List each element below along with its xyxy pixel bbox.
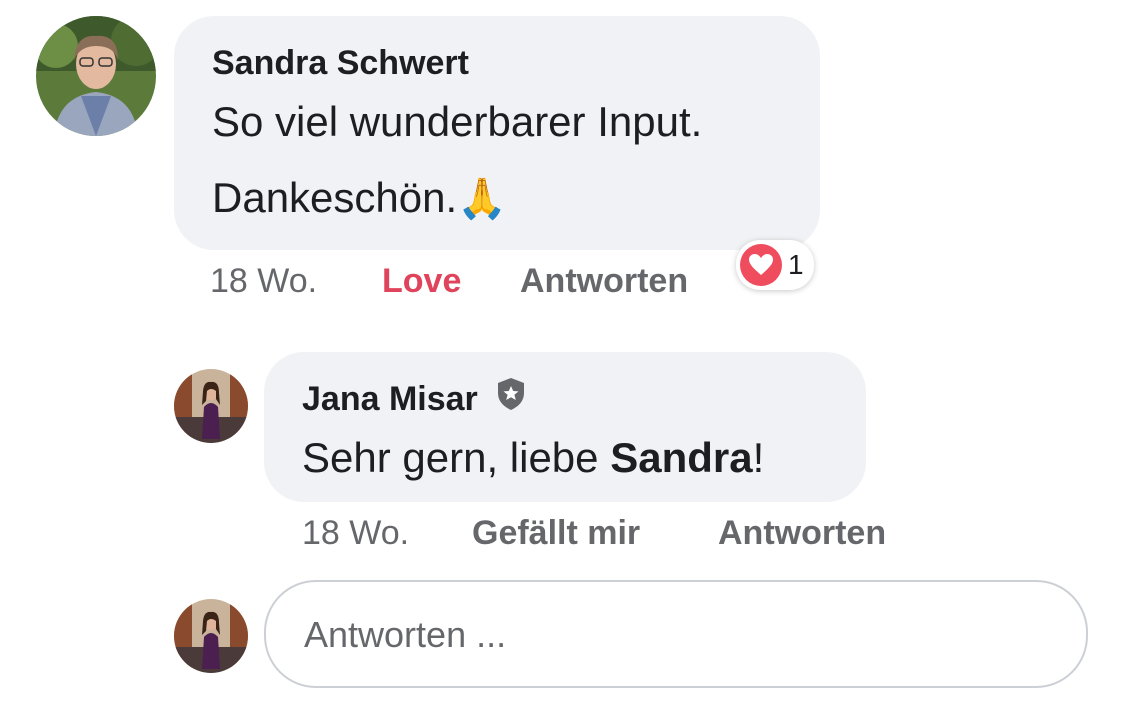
reply-meta: 18 Wo. — [302, 514, 409, 553]
avatar-sandra-image — [36, 16, 156, 136]
composer-avatar — [174, 599, 248, 673]
reply-like-button[interactable]: Gefällt mir — [472, 514, 640, 553]
comment-time[interactable]: 18 Wo. — [210, 262, 317, 300]
avatar-sandra[interactable] — [36, 16, 156, 136]
comment-meta: 18 Wo. — [210, 262, 317, 301]
reply-text-before: Sehr gern, liebe — [302, 434, 611, 481]
avatar-jana[interactable] — [174, 369, 248, 443]
heart-icon — [740, 244, 782, 286]
reaction-count: 1 — [788, 249, 804, 280]
reply-reply-button[interactable]: Antworten — [718, 514, 886, 553]
love-label[interactable]: Love — [382, 262, 461, 300]
reply-author-name[interactable]: Jana Misar — [302, 380, 478, 418]
comment-reply-button[interactable]: Antworten — [520, 262, 688, 301]
reply-author: Jana Misar — [302, 377, 527, 420]
shield-star-icon — [495, 377, 527, 420]
reply-composer[interactable] — [264, 580, 1088, 688]
reply-reply-label[interactable]: Antworten — [718, 514, 886, 552]
reply-input[interactable] — [302, 582, 1066, 688]
avatar-jana-image — [174, 369, 248, 443]
reply-mention[interactable]: Sandra — [610, 434, 752, 481]
comment-text-line2: Dankeschön.🙏 — [212, 174, 507, 222]
reaction-count-badge[interactable]: 1 — [736, 240, 814, 290]
composer-avatar-image — [174, 599, 248, 673]
reply-bubble: Jana Misar Sehr gern, liebe Sandra! — [264, 352, 866, 502]
comment-text: Dankeschön. — [212, 174, 458, 221]
praying-hands-emoji: 🙏 — [457, 177, 507, 221]
like-label[interactable]: Gefällt mir — [472, 514, 640, 552]
comment-love-button[interactable]: Love — [382, 262, 461, 301]
comment-bubble: Sandra Schwert So viel wunderbarer Input… — [174, 16, 820, 250]
reply-text: Sehr gern, liebe Sandra! — [302, 434, 764, 482]
reply-time[interactable]: 18 Wo. — [302, 514, 409, 552]
reply-text-after: ! — [752, 434, 765, 481]
comment-text-line1: So viel wunderbarer Input. — [212, 98, 703, 145]
reply-label[interactable]: Antworten — [520, 262, 688, 300]
comment-author[interactable]: Sandra Schwert — [212, 44, 469, 83]
